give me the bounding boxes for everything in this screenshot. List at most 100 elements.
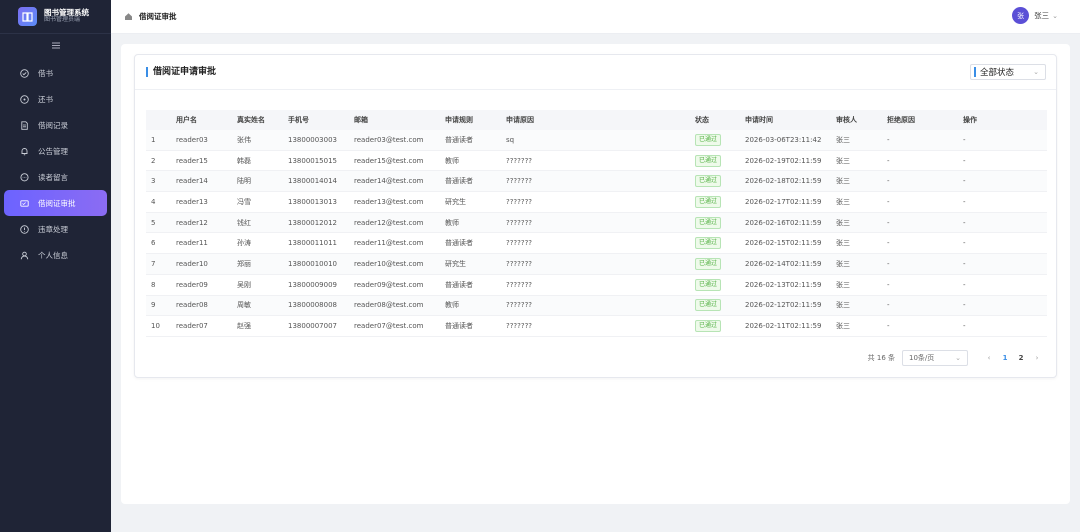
table-cell: ??????? (506, 239, 533, 248)
table-cell: 教师 (445, 218, 459, 227)
sidebar-item-borrow[interactable]: 借书 (4, 60, 107, 86)
table-cell: 张三 (836, 239, 850, 248)
next-page-icon[interactable]: › (1029, 354, 1045, 362)
table-cell: reader09@test.com (354, 280, 424, 289)
table-cell: 冯雪 (237, 197, 251, 206)
avatar[interactable]: 张 (1012, 7, 1030, 24)
card-header: 借阅证申请审批 全部状态 ⌄ (135, 55, 1056, 90)
column-header: 手机号 (288, 116, 309, 124)
table-cell: - (963, 156, 966, 165)
check-circle-icon (20, 68, 29, 78)
table-cell: 陆明 (237, 177, 251, 186)
table-cell: 7 (151, 259, 156, 268)
table-cell: 3 (151, 177, 156, 186)
prev-page-icon[interactable]: ‹ (981, 354, 997, 362)
column-header: 申请原因 (506, 116, 534, 124)
warning-icon (20, 224, 29, 234)
pagination-total: 共 16 条 (867, 354, 895, 362)
column-header: 状态 (695, 116, 709, 124)
table-cell: 13800003003 (288, 135, 337, 144)
column-header: 操作 (963, 116, 977, 124)
table-cell: reader14 (176, 177, 208, 186)
table-cell: - (887, 156, 890, 165)
table-cell: 2026-02-13T02:11:59 (745, 280, 822, 289)
status-cell: 已通过 (695, 257, 745, 270)
brand: 图书管理系统 图书管理员端 (0, 0, 111, 34)
table-cell: 张伟 (237, 135, 251, 144)
table-cell: 2026-02-12T02:11:59 (745, 301, 822, 310)
table-row: 7 reader10 郑丽 13800010010 reader10@test.com 研… (146, 254, 1047, 275)
user-icon (20, 251, 29, 260)
column-header: 申请时间 (745, 116, 773, 124)
table-cell: reader07 (176, 322, 208, 331)
table-cell: 张三 (836, 322, 850, 331)
sidebar-item-profile[interactable]: 个人信息 (4, 242, 107, 268)
sidebar-item-label: 借阅证审批 (38, 198, 76, 208)
table-cell: reader03@test.com (354, 135, 424, 144)
table-cell: reader12@test.com (354, 218, 424, 227)
home-icon[interactable] (124, 12, 133, 21)
table-cell: reader08@test.com (354, 301, 424, 310)
select-accent-bar (974, 67, 976, 77)
table-cell: 2026-02-15T02:11:59 (745, 239, 822, 248)
sidebar-item-borrow-records[interactable]: 借阅记录 (4, 112, 107, 138)
sidebar-menu: 借书 还书 借阅记录 公告管理 读者留言 借阅证审批 违章处理 个人信息 (0, 56, 111, 268)
sidebar-item-label: 还书 (38, 94, 53, 104)
table-cell: 张三 (836, 135, 850, 144)
sidebar-item-label: 公告管理 (38, 146, 68, 156)
table-cell: 13800009009 (288, 280, 337, 289)
table-cell: 张三 (836, 280, 850, 289)
status-badge: 已通过 (695, 195, 722, 208)
table-cell: ??????? (506, 218, 533, 227)
table-cell: reader11@test.com (354, 239, 424, 248)
chevron-down-icon[interactable]: ⌄ (1052, 12, 1058, 20)
sidebar-item-messages[interactable]: 读者留言 (4, 164, 107, 190)
status-cell: 已通过 (695, 278, 745, 291)
table-cell: reader13@test.com (354, 197, 424, 206)
table-cell: 张三 (836, 301, 850, 310)
user-menu[interactable]: 张 张三 ⌄ (1012, 7, 1058, 24)
sidebar-item-announcements[interactable]: 公告管理 (4, 138, 107, 164)
table-cell: ??????? (506, 301, 533, 310)
id-card-icon (20, 199, 29, 208)
page-1-button[interactable]: 1 (997, 354, 1013, 362)
table-cell: 1 (151, 135, 156, 144)
table-cell: 10 (151, 322, 160, 331)
table-cell: reader15@test.com (354, 156, 424, 165)
table-cell: 普通读者 (445, 135, 473, 144)
menu-toggle-icon[interactable] (0, 34, 111, 56)
card-title: 借阅证申请审批 (146, 67, 216, 77)
table-cell: 张三 (836, 156, 850, 165)
status-badge: 已通过 (695, 278, 722, 291)
table-cell: - (963, 239, 966, 248)
table-cell: ??????? (506, 322, 533, 331)
page-2-button[interactable]: 2 (1013, 354, 1029, 362)
table-cell: 2026-03-06T23:11:42 (745, 135, 822, 144)
user-name[interactable]: 张三 (1034, 10, 1049, 21)
table-cell: 赵强 (237, 322, 251, 331)
table-cell: reader03 (176, 135, 208, 144)
table-cell: 13800013013 (288, 197, 337, 206)
table-cell: - (887, 239, 890, 248)
table-cell: - (887, 197, 890, 206)
status-filter-select[interactable]: 全部状态 ⌄ (970, 64, 1046, 80)
table-cell: 13800007007 (288, 322, 337, 331)
table-cell: 张三 (836, 259, 850, 268)
status-badge: 已通过 (695, 237, 722, 250)
table-header: 用户名 真实姓名 手机号 邮箱 申请规则 申请原因 状态 申请时间 审核人 拒绝… (146, 110, 1047, 130)
sidebar-item-label: 借阅记录 (38, 120, 68, 130)
table-cell: - (963, 135, 966, 144)
sidebar-item-violations[interactable]: 违章处理 (4, 216, 107, 242)
table-cell: - (963, 218, 966, 227)
sidebar-item-card-approval[interactable]: 借阅证审批 (4, 190, 107, 216)
sidebar-item-return[interactable]: 还书 (4, 86, 107, 112)
page-size-select[interactable]: 10条/页 ⌄ (902, 350, 968, 366)
table-cell: 13800014014 (288, 177, 337, 186)
table-cell: 2026-02-19T02:11:59 (745, 156, 822, 165)
sidebar-item-label: 读者留言 (38, 172, 68, 182)
table-cell: 9 (151, 301, 156, 310)
table-row: 10 reader07 赵强 13800007007 reader07@test.com… (146, 316, 1047, 337)
table-cell: 5 (151, 218, 156, 227)
table-cell: 钱红 (237, 218, 251, 227)
table-cell: - (887, 301, 890, 310)
